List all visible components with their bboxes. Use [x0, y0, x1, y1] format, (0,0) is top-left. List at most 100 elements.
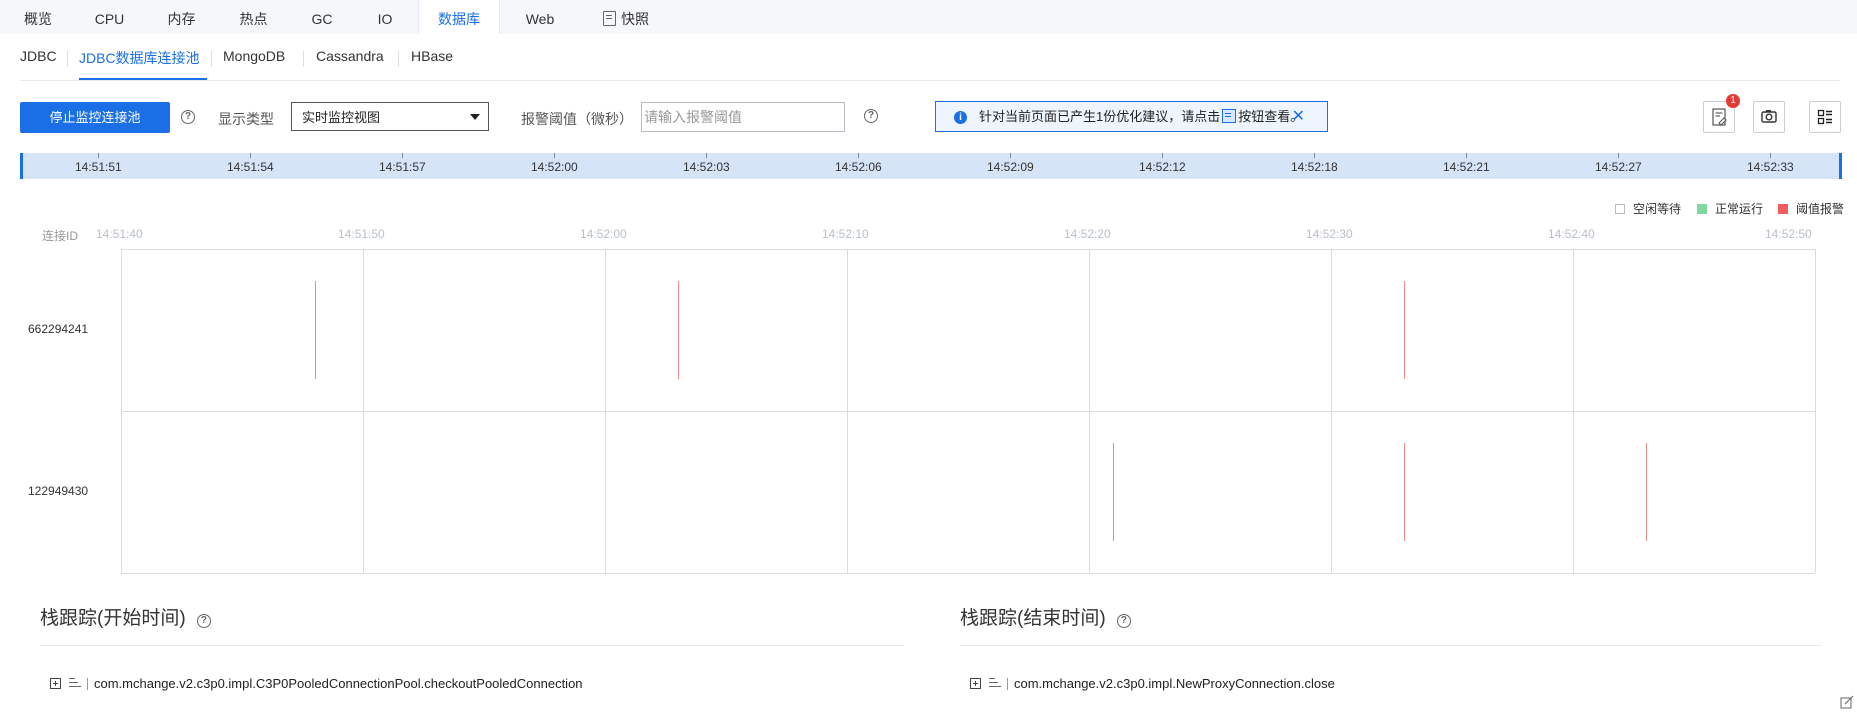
tab-snapshot[interactable]: 快照 [598, 0, 654, 34]
legend-label: 阈值报警 [1796, 202, 1845, 216]
help-icon[interactable]: ? [1116, 614, 1131, 628]
grid-line-horizontal [121, 249, 1815, 250]
tab-database[interactable]: 数据库 [418, 0, 500, 34]
tab-memory[interactable]: 内存 [164, 0, 199, 34]
stack-end-divider [960, 645, 1822, 646]
timeline-label: 14:52:33 [1747, 160, 1794, 174]
timeline-tick [1162, 153, 1163, 158]
timeline-tick [250, 153, 251, 158]
subtab-jdbc[interactable]: JDBC [20, 48, 57, 72]
timeline-label: 14:52:27 [1595, 160, 1642, 174]
help-icon[interactable]: ? [864, 109, 878, 123]
display-type-label: 显示类型 [218, 111, 274, 127]
timeline-label: 14:52:09 [987, 160, 1034, 174]
alarm-event-mark[interactable] [1113, 443, 1115, 541]
legend-swatch [1697, 204, 1707, 214]
layout-button[interactable] [1809, 101, 1841, 133]
stack-start-divider [40, 645, 904, 646]
display-type-value: 实时监控视图 [302, 110, 381, 125]
stack-end-method: com.mchange.v2.c3p0.impl.NewProxyConnect… [1014, 676, 1335, 691]
subtab-mongodb[interactable]: MongoDB [223, 48, 285, 72]
subtab-hbase[interactable]: HBase [411, 48, 453, 72]
alarm-event-mark[interactable] [1403, 281, 1405, 379]
stack-start-method: com.mchange.v2.c3p0.impl.C3P0PooledConne… [94, 676, 583, 691]
tab-gc[interactable]: GC [308, 0, 336, 34]
alarm-event-mark[interactable] [677, 281, 679, 379]
resize-handle-icon[interactable] [1840, 695, 1854, 709]
threshold-input[interactable]: 请输入报警阈值 [641, 102, 845, 132]
tab-hotspot[interactable]: 热点 [236, 0, 271, 34]
timeline-label: 14:52:18 [1291, 160, 1338, 174]
subtab-cassandra[interactable]: Cassandra [316, 48, 384, 72]
grid-line-horizontal [121, 411, 1815, 412]
alarm-event-mark[interactable] [1403, 443, 1405, 541]
stack-end-entry[interactable]: com.mchange.v2.c3p0.impl.NewProxyConnect… [970, 676, 1335, 691]
timeline-tick [1770, 153, 1771, 158]
legend-swatch [1615, 204, 1625, 214]
tab-io[interactable]: IO [374, 0, 396, 34]
stop-monitor-button[interactable]: 停止监控连接池 [20, 102, 170, 133]
grid-line-vertical [1815, 249, 1816, 573]
timeline-label: 14:51:57 [379, 160, 426, 174]
y-axis-label: 连接ID [42, 229, 79, 243]
camera-icon [1761, 110, 1777, 123]
subtab-divider [211, 51, 212, 67]
notice-text-before: 针对当前页面已产生1份优化建议，请点击 [979, 109, 1221, 124]
notice-text: 针对当前页面已产生1份优化建议，请点击 按钮查看。 [979, 102, 1303, 131]
subtab-divider [67, 51, 68, 67]
sort-icon[interactable] [989, 677, 1003, 689]
tab-overview[interactable]: 概览 [20, 0, 56, 34]
report-icon [1222, 109, 1237, 123]
timeline-tick [1314, 153, 1315, 158]
stack-start-title: 栈跟踪(开始时间) ? [40, 603, 211, 630]
x-tick-label: 14:52:20 [1064, 227, 1111, 241]
help-icon[interactable]: ? [196, 614, 211, 628]
legend-item-normal: 正常运行 [1697, 200, 1763, 217]
timeline-label: 14:51:51 [75, 160, 122, 174]
top-tab-bar: 概览 CPU 内存 热点 GC IO 数据库 Web 快照 [0, 0, 1857, 34]
x-tick-label: 14:52:40 [1548, 227, 1595, 241]
display-type-select[interactable]: 实时监控视图 [291, 102, 489, 131]
expand-icon[interactable] [970, 678, 981, 689]
legend-item-idle: 空闲等待 [1615, 200, 1681, 217]
connection-id-label: 662294241 [28, 322, 89, 336]
timeline-tick [1466, 153, 1467, 158]
expand-icon[interactable] [50, 678, 61, 689]
timeline-label: 14:52:03 [683, 160, 730, 174]
subtab-baseline [20, 80, 1840, 81]
stack-end-title-text: 栈跟踪(结束时间) [960, 608, 1106, 629]
alarm-event-mark[interactable] [1645, 443, 1647, 541]
subtab-divider [398, 51, 399, 67]
timeline-tick [554, 153, 555, 158]
timeline-label: 14:52:12 [1139, 160, 1186, 174]
threshold-label: 报警阈值（微秒） [521, 111, 633, 127]
caret-down-icon [470, 114, 480, 120]
x-tick-label: 14:52:30 [1306, 227, 1353, 241]
notification-badge: 1 [1726, 94, 1740, 108]
help-icon[interactable]: ? [181, 110, 195, 124]
separator [87, 678, 88, 690]
timeline-label: 14:51:54 [227, 160, 274, 174]
info-icon: i [954, 111, 967, 124]
legend-item-alarm: 阈值报警 [1778, 200, 1844, 217]
stack-start-entry[interactable]: com.mchange.v2.c3p0.impl.C3P0PooledConne… [50, 676, 583, 691]
timeline-tick [706, 153, 707, 158]
close-icon[interactable]: ✕ [1292, 102, 1305, 131]
sort-icon[interactable] [69, 677, 83, 689]
snapshot-icon [603, 11, 616, 26]
subtab-jdbc-pool[interactable]: JDBC数据库连接池 [79, 48, 200, 72]
legend-swatch [1778, 204, 1788, 214]
camera-button[interactable] [1753, 101, 1785, 133]
timeline-tick [402, 153, 403, 158]
x-tick-label: 14:52:50 [1765, 227, 1812, 241]
grid-list-icon [1817, 109, 1832, 125]
alarm-event-mark[interactable] [314, 281, 316, 379]
grid-line-horizontal [121, 573, 1815, 574]
time-range-slider[interactable]: 14:51:51 14:51:54 14:51:57 14:52:00 14:5… [20, 153, 1842, 179]
tab-cpu[interactable]: CPU [92, 0, 127, 34]
timeline-tick [98, 153, 99, 158]
tab-web[interactable]: Web [522, 0, 558, 34]
timeline-label: 14:52:21 [1443, 160, 1490, 174]
x-tick-label: 14:51:40 [96, 227, 143, 241]
timeline-label: 14:52:06 [835, 160, 882, 174]
